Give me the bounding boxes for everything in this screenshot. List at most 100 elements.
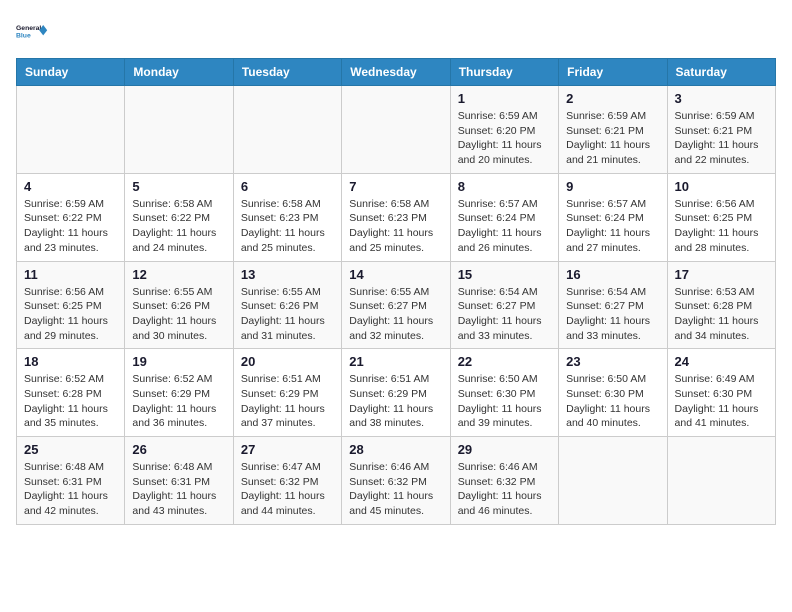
page-header: GeneralBlue xyxy=(16,16,776,48)
day-number: 3 xyxy=(675,91,768,106)
logo: GeneralBlue xyxy=(16,16,48,48)
day-info: Sunrise: 6:57 AM Sunset: 6:24 PM Dayligh… xyxy=(458,197,551,256)
day-number: 16 xyxy=(566,267,659,282)
calendar-cell: 10 Sunrise: 6:56 AM Sunset: 6:25 PM Dayli… xyxy=(667,173,775,261)
calendar-cell: 20Sunrise: 6:51 AM Sunset: 6:29 PM Dayli… xyxy=(233,349,341,437)
calendar-cell: 21 Sunrise: 6:51 AM Sunset: 6:29 PM Dayli… xyxy=(342,349,450,437)
day-number: 21 xyxy=(349,354,442,369)
day-number: 10 xyxy=(675,179,768,194)
calendar-cell: 16 Sunrise: 6:54 AM Sunset: 6:27 PM Dayli… xyxy=(559,261,667,349)
day-number: 18 xyxy=(24,354,117,369)
day-number: 27 xyxy=(241,442,334,457)
weekday-header-saturday: Saturday xyxy=(667,59,775,86)
calendar-cell: 24Sunrise: 6:49 AM Sunset: 6:30 PM Dayli… xyxy=(667,349,775,437)
day-number: 11 xyxy=(24,267,117,282)
day-number: 13 xyxy=(241,267,334,282)
day-info: Sunrise: 6:48 AM Sunset: 6:31 PM Dayligh… xyxy=(24,460,117,519)
weekday-header-friday: Friday xyxy=(559,59,667,86)
calendar-cell: 3 Sunrise: 6:59 AM Sunset: 6:21 PM Daylig… xyxy=(667,86,775,174)
calendar-cell: 25 Sunrise: 6:48 AM Sunset: 6:31 PM Dayli… xyxy=(17,437,125,525)
day-info: Sunrise: 6:51 AM Sunset: 6:29 PM Dayligh… xyxy=(349,372,442,431)
day-info: Sunrise: 6:58 AM Sunset: 6:23 PM Dayligh… xyxy=(349,197,442,256)
calendar-cell: 22 Sunrise: 6:50 AM Sunset: 6:30 PM Dayli… xyxy=(450,349,558,437)
calendar-cell: 19 Sunrise: 6:52 AM Sunset: 6:29 PM Dayli… xyxy=(125,349,233,437)
day-info: Sunrise: 6:48 AM Sunset: 6:31 PM Dayligh… xyxy=(132,460,225,519)
svg-text:General: General xyxy=(16,25,41,32)
day-number: 17 xyxy=(675,267,768,282)
calendar-cell: 26 Sunrise: 6:48 AM Sunset: 6:31 PM Dayli… xyxy=(125,437,233,525)
calendar-cell: 17 Sunrise: 6:53 AM Sunset: 6:28 PM Dayli… xyxy=(667,261,775,349)
calendar-week-row: 25 Sunrise: 6:48 AM Sunset: 6:31 PM Dayli… xyxy=(17,437,776,525)
day-info: Sunrise: 6:47 AM Sunset: 6:32 PM Dayligh… xyxy=(241,460,334,519)
calendar-cell: 7 Sunrise: 6:58 AM Sunset: 6:23 PM Daylig… xyxy=(342,173,450,261)
calendar-cell xyxy=(233,86,341,174)
calendar-cell xyxy=(342,86,450,174)
calendar-week-row: 11 Sunrise: 6:56 AM Sunset: 6:25 PM Dayli… xyxy=(17,261,776,349)
calendar-body: 1 Sunrise: 6:59 AM Sunset: 6:20 PM Daylig… xyxy=(17,86,776,525)
svg-text:Blue: Blue xyxy=(16,32,31,39)
calendar-cell: 5 Sunrise: 6:58 AM Sunset: 6:22 PM Daylig… xyxy=(125,173,233,261)
calendar-week-row: 18 Sunrise: 6:52 AM Sunset: 6:28 PM Dayli… xyxy=(17,349,776,437)
calendar-cell xyxy=(667,437,775,525)
calendar-cell: 6 Sunrise: 6:58 AM Sunset: 6:23 PM Daylig… xyxy=(233,173,341,261)
day-info: Sunrise: 6:50 AM Sunset: 6:30 PM Dayligh… xyxy=(566,372,659,431)
day-info: Sunrise: 6:59 AM Sunset: 6:22 PM Dayligh… xyxy=(24,197,117,256)
day-info: Sunrise: 6:46 AM Sunset: 6:32 PM Dayligh… xyxy=(349,460,442,519)
day-number: 8 xyxy=(458,179,551,194)
day-number: 14 xyxy=(349,267,442,282)
calendar-cell: 1 Sunrise: 6:59 AM Sunset: 6:20 PM Daylig… xyxy=(450,86,558,174)
day-info: Sunrise: 6:51 AM Sunset: 6:29 PM Dayligh… xyxy=(241,372,334,431)
weekday-row: SundayMondayTuesdayWednesdayThursdayFrid… xyxy=(17,59,776,86)
calendar-week-row: 1 Sunrise: 6:59 AM Sunset: 6:20 PM Daylig… xyxy=(17,86,776,174)
day-number: 22 xyxy=(458,354,551,369)
day-info: Sunrise: 6:52 AM Sunset: 6:28 PM Dayligh… xyxy=(24,372,117,431)
calendar-cell: 9 Sunrise: 6:57 AM Sunset: 6:24 PM Daylig… xyxy=(559,173,667,261)
day-info: Sunrise: 6:56 AM Sunset: 6:25 PM Dayligh… xyxy=(675,197,768,256)
day-number: 2 xyxy=(566,91,659,106)
calendar-table: SundayMondayTuesdayWednesdayThursdayFrid… xyxy=(16,58,776,525)
calendar-cell: 4 Sunrise: 6:59 AM Sunset: 6:22 PM Daylig… xyxy=(17,173,125,261)
day-info: Sunrise: 6:56 AM Sunset: 6:25 PM Dayligh… xyxy=(24,285,117,344)
day-number: 19 xyxy=(132,354,225,369)
calendar-cell: 15Sunrise: 6:54 AM Sunset: 6:27 PM Dayli… xyxy=(450,261,558,349)
day-info: Sunrise: 6:55 AM Sunset: 6:26 PM Dayligh… xyxy=(241,285,334,344)
logo-icon: GeneralBlue xyxy=(16,16,48,48)
day-number: 26 xyxy=(132,442,225,457)
day-number: 6 xyxy=(241,179,334,194)
day-number: 25 xyxy=(24,442,117,457)
day-number: 4 xyxy=(24,179,117,194)
day-info: Sunrise: 6:49 AM Sunset: 6:30 PM Dayligh… xyxy=(675,372,768,431)
day-number: 7 xyxy=(349,179,442,194)
day-info: Sunrise: 6:58 AM Sunset: 6:23 PM Dayligh… xyxy=(241,197,334,256)
day-number: 12 xyxy=(132,267,225,282)
day-info: Sunrise: 6:57 AM Sunset: 6:24 PM Dayligh… xyxy=(566,197,659,256)
calendar-cell: 8 Sunrise: 6:57 AM Sunset: 6:24 PM Daylig… xyxy=(450,173,558,261)
day-info: Sunrise: 6:54 AM Sunset: 6:27 PM Dayligh… xyxy=(566,285,659,344)
day-info: Sunrise: 6:59 AM Sunset: 6:21 PM Dayligh… xyxy=(675,109,768,168)
day-info: Sunrise: 6:46 AM Sunset: 6:32 PM Dayligh… xyxy=(458,460,551,519)
weekday-header-sunday: Sunday xyxy=(17,59,125,86)
day-info: Sunrise: 6:54 AM Sunset: 6:27 PM Dayligh… xyxy=(458,285,551,344)
day-number: 1 xyxy=(458,91,551,106)
day-info: Sunrise: 6:59 AM Sunset: 6:20 PM Dayligh… xyxy=(458,109,551,168)
day-info: Sunrise: 6:50 AM Sunset: 6:30 PM Dayligh… xyxy=(458,372,551,431)
day-number: 5 xyxy=(132,179,225,194)
calendar-cell: 23 Sunrise: 6:50 AM Sunset: 6:30 PM Dayli… xyxy=(559,349,667,437)
calendar-cell: 29Sunrise: 6:46 AM Sunset: 6:32 PM Dayli… xyxy=(450,437,558,525)
day-info: Sunrise: 6:55 AM Sunset: 6:26 PM Dayligh… xyxy=(132,285,225,344)
day-number: 9 xyxy=(566,179,659,194)
weekday-header-tuesday: Tuesday xyxy=(233,59,341,86)
calendar-header: SundayMondayTuesdayWednesdayThursdayFrid… xyxy=(17,59,776,86)
day-number: 23 xyxy=(566,354,659,369)
day-info: Sunrise: 6:53 AM Sunset: 6:28 PM Dayligh… xyxy=(675,285,768,344)
calendar-cell: 28Sunrise: 6:46 AM Sunset: 6:32 PM Dayli… xyxy=(342,437,450,525)
weekday-header-monday: Monday xyxy=(125,59,233,86)
weekday-header-thursday: Thursday xyxy=(450,59,558,86)
day-info: Sunrise: 6:58 AM Sunset: 6:22 PM Dayligh… xyxy=(132,197,225,256)
calendar-cell xyxy=(559,437,667,525)
calendar-cell: 13 Sunrise: 6:55 AM Sunset: 6:26 PM Dayli… xyxy=(233,261,341,349)
day-info: Sunrise: 6:52 AM Sunset: 6:29 PM Dayligh… xyxy=(132,372,225,431)
calendar-cell: 18 Sunrise: 6:52 AM Sunset: 6:28 PM Dayli… xyxy=(17,349,125,437)
weekday-header-wednesday: Wednesday xyxy=(342,59,450,86)
calendar-cell: 12 Sunrise: 6:55 AM Sunset: 6:26 PM Dayli… xyxy=(125,261,233,349)
